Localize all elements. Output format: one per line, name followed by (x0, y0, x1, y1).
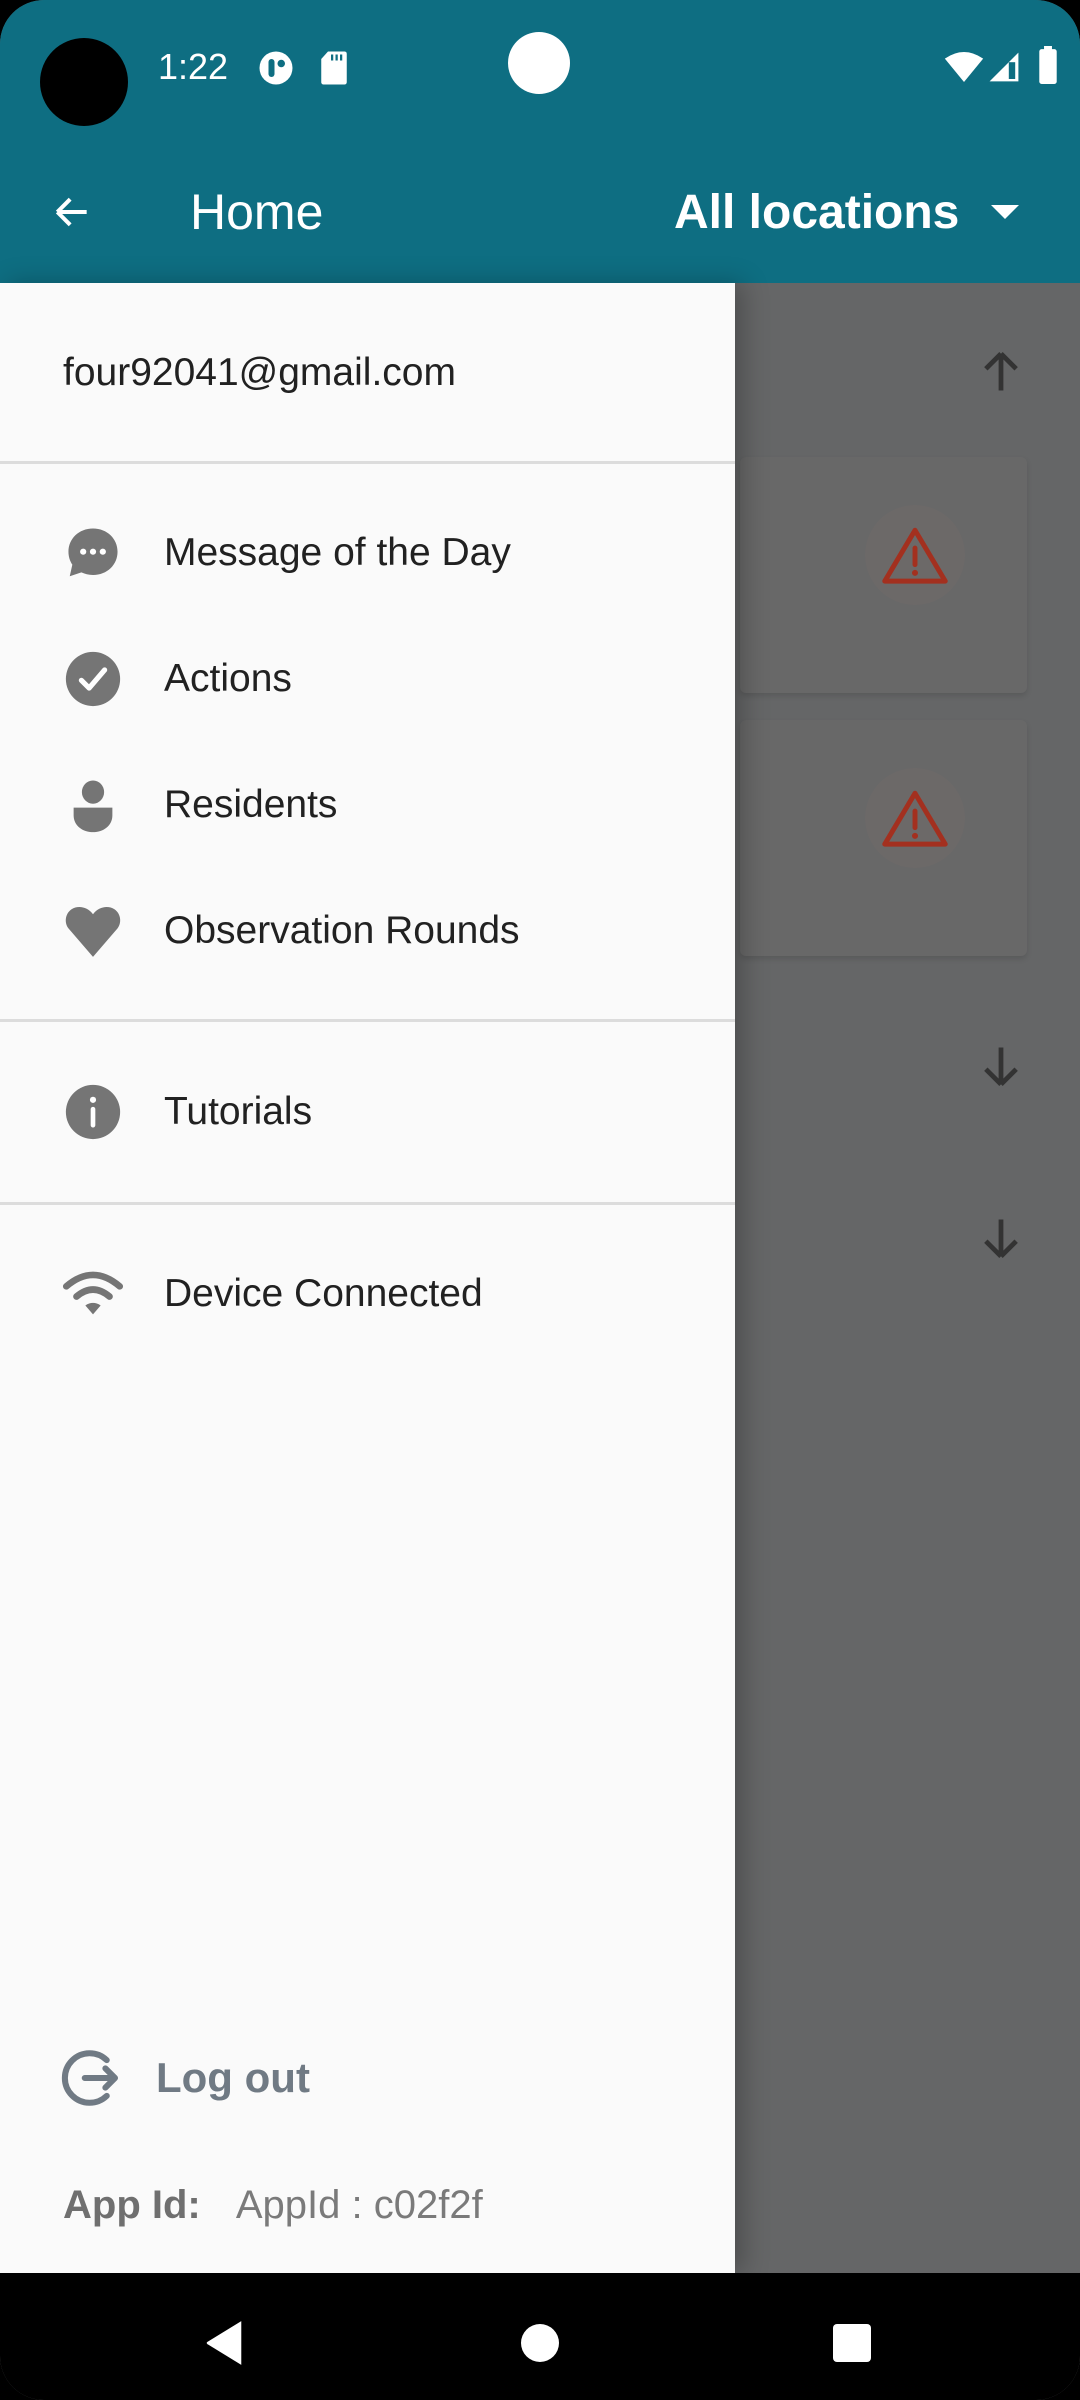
nav-back-button[interactable] (186, 2303, 266, 2383)
navigation-drawer: four92041@gmail.com Message of the Day A… (0, 283, 735, 2273)
screen: 1:22 Home All locations four92041@gmail.… (0, 0, 1080, 2400)
app-id-row: App Id: AppId : c02f2f (63, 2183, 483, 2228)
page-title: Home (190, 184, 324, 240)
warning-badge (865, 505, 965, 605)
person-icon (61, 773, 125, 837)
divider (0, 1202, 735, 1205)
arrow-down-icon[interactable] (975, 1213, 1027, 1265)
back-button[interactable] (40, 180, 104, 244)
sd-card-icon (321, 51, 347, 85)
menu-item-label: Tutorials (164, 1090, 313, 1133)
check-circle-icon (61, 647, 125, 711)
cellular-signal-icon (989, 52, 1019, 82)
warning-badge (865, 768, 965, 868)
menu-item-tutorials[interactable]: Tutorials (0, 1057, 735, 1167)
wifi-icon (944, 52, 984, 82)
warning-icon (882, 790, 948, 847)
heart-icon (61, 899, 125, 963)
account-email: four92041@gmail.com (63, 351, 456, 394)
wifi-icon (61, 1262, 125, 1326)
nav-home-button[interactable] (500, 2303, 580, 2383)
nav-recents-button[interactable] (812, 2303, 892, 2383)
menu-item-device-connected[interactable]: Device Connected (0, 1239, 735, 1349)
chat-bubble-icon (61, 521, 125, 585)
location-dropdown[interactable]: All locations (674, 180, 1020, 244)
menu-item-observation-rounds[interactable]: Observation Rounds (0, 876, 735, 986)
menu-item-label: Residents (164, 783, 338, 826)
menu-item-label: Observation Rounds (164, 909, 520, 952)
arrow-up-icon[interactable] (975, 345, 1027, 397)
app-id-key: App Id: (63, 2183, 201, 2227)
divider (0, 1019, 735, 1022)
menu-item-residents[interactable]: Residents (0, 750, 735, 860)
nav-home-icon (521, 2324, 559, 2362)
battery-icon (1039, 46, 1057, 84)
status-time: 1:22 (158, 46, 229, 87)
menu-item-label: Device Connected (164, 1272, 483, 1315)
arrow-down-icon[interactable] (975, 1041, 1027, 1093)
nav-back-icon (206, 2321, 242, 2365)
info-icon (61, 1080, 125, 1144)
logout-icon (61, 2050, 119, 2106)
dropdown-caret-icon (991, 205, 1020, 219)
alert-card[interactable] (740, 457, 1027, 693)
warning-icon (882, 527, 948, 584)
divider (0, 461, 735, 464)
menu-item-label: Message of the Day (164, 531, 511, 574)
menu-item-label: Actions (164, 657, 292, 700)
menu-item-message-of-the-day[interactable]: Message of the Day (0, 498, 735, 608)
app-bar: 1:22 Home All locations (0, 0, 1080, 283)
system-nav-bar (0, 2273, 1080, 2400)
nav-recents-icon (833, 2324, 871, 2362)
camera-cutout (40, 38, 128, 126)
arrow-back-icon (55, 197, 87, 227)
notch-indicator (508, 32, 570, 94)
location-dropdown-label: All locations (674, 185, 960, 239)
app-id-value: AppId : c02f2f (235, 2183, 483, 2227)
alert-card[interactable] (740, 720, 1027, 956)
app-notification-icon (259, 51, 293, 85)
logout-label: Log out (156, 2054, 310, 2101)
menu-item-actions[interactable]: Actions (0, 624, 735, 734)
logout-button[interactable]: Log out (60, 2043, 310, 2113)
